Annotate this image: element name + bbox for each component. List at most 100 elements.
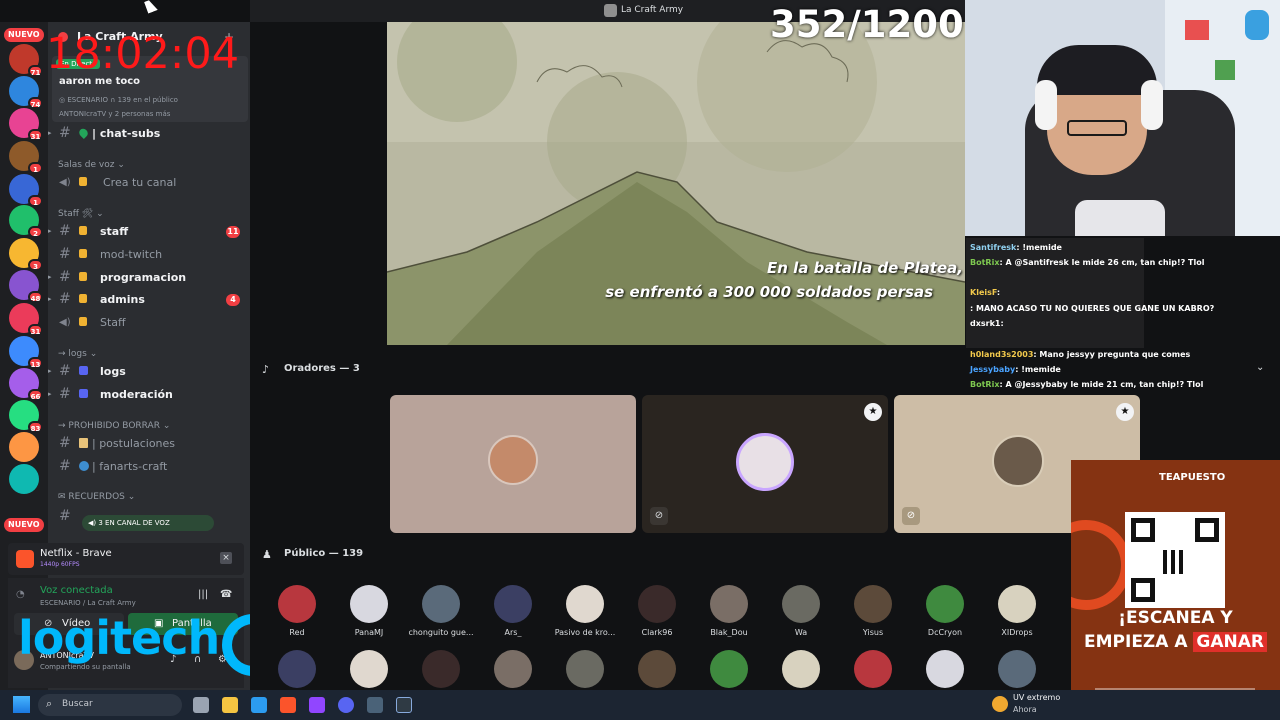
avatar <box>488 435 538 485</box>
ad-line-2: EMPIEZA A GANAR <box>1071 632 1280 652</box>
chat-username: h0land3s2003 <box>970 350 1034 359</box>
avatar[interactable] <box>566 585 604 623</box>
chevron-down-icon[interactable]: ⌄ <box>1256 362 1264 373</box>
activity-title: Netflix - Brave <box>40 548 112 559</box>
avatar[interactable] <box>278 650 316 688</box>
heart-icon <box>77 126 90 140</box>
close-icon[interactable]: × <box>220 552 232 564</box>
qr-code[interactable] <box>1125 512 1225 608</box>
voice-count-pill[interactable]: ◀) 3 EN CANAL DE VOZ <box>82 515 214 531</box>
avatar[interactable] <box>566 650 604 688</box>
hash-icon: # <box>59 435 71 451</box>
poster <box>1185 20 1209 40</box>
avatar[interactable] <box>350 650 388 688</box>
avatar[interactable] <box>926 650 964 688</box>
notification-badge: 74 <box>28 97 43 109</box>
channel-chat-subs[interactable]: ▸ # | chat-subs <box>48 123 250 145</box>
server-icon[interactable]: 1 <box>9 174 43 207</box>
avatar[interactable] <box>350 585 388 623</box>
channel-postulaciones[interactable]: # | postulaciones <box>48 433 250 455</box>
obs-icon[interactable] <box>396 697 412 713</box>
chat-text: : <box>996 288 1001 297</box>
server-icon[interactable]: 71 <box>9 44 43 77</box>
weather-label[interactable]: UV extremo <box>1013 693 1060 702</box>
server-icon[interactable]: 74 <box>9 76 43 109</box>
avatar[interactable] <box>638 650 676 688</box>
avatar[interactable] <box>710 650 748 688</box>
chat-message: KleisF: <box>970 288 1000 297</box>
avatar[interactable] <box>494 650 532 688</box>
chat-username: Santifresk <box>970 243 1017 252</box>
channel-staff[interactable]: ▸ # staff 11 <box>48 221 250 243</box>
channel-moderacion[interactable]: ▸ # moderación <box>48 384 250 406</box>
search-input[interactable]: ⌕ Buscar <box>38 694 182 716</box>
channel-admins[interactable]: ▸ # admins 4 <box>48 289 250 311</box>
avatar[interactable] <box>278 585 316 623</box>
audience-name: PanaMJ <box>354 628 384 637</box>
avatar[interactable] <box>710 585 748 623</box>
avatar[interactable] <box>854 650 892 688</box>
toy <box>1215 60 1235 80</box>
store-icon[interactable] <box>251 697 267 713</box>
disconnect-icon[interactable]: ☎ <box>220 589 232 600</box>
hash-icon: # <box>59 508 71 524</box>
unread-indicator: ▸ <box>48 295 52 303</box>
category-staff[interactable]: Staff 🛠 ⌄ <box>58 209 104 219</box>
screen-share-video[interactable]: En la batalla de Platea, se enfrentó a 3… <box>387 22 965 345</box>
avatar[interactable] <box>782 650 820 688</box>
channel-mod-twitch[interactable]: # mod-twitch <box>48 244 250 266</box>
chat-username: BotRix <box>970 258 1000 267</box>
server-icon[interactable]: 13 <box>9 336 43 369</box>
avatar[interactable] <box>926 585 964 623</box>
server-icon[interactable]: 2 <box>9 205 43 238</box>
voice-status[interactable]: Voz conectada <box>40 585 113 596</box>
server-icon[interactable]: 66 <box>9 368 43 401</box>
category-prohibido[interactable]: → PROHIBIDO BORRAR ⌄ <box>58 421 170 431</box>
brave-icon <box>16 550 34 568</box>
avatar[interactable] <box>494 585 532 623</box>
server-icon[interactable] <box>9 432 39 462</box>
avatar[interactable] <box>854 585 892 623</box>
speaker-tile[interactable] <box>390 395 636 533</box>
avatar[interactable] <box>782 585 820 623</box>
avatar[interactable] <box>422 585 460 623</box>
avatar[interactable] <box>638 585 676 623</box>
app-icon[interactable] <box>309 697 325 713</box>
notification-badge: 2 <box>28 226 43 238</box>
activity-card[interactable]: Netflix - Brave 1440p 60FPS × <box>8 543 244 575</box>
voice-location[interactable]: ESCENARIO / La Craft Army <box>40 599 136 607</box>
windows-start-icon[interactable] <box>13 696 30 713</box>
server-icon[interactable]: 1 <box>9 141 43 174</box>
server-icon[interactable]: 48 <box>9 270 43 303</box>
channel-logs[interactable]: ▸ # logs <box>48 361 250 383</box>
audience-name: Clark96 <box>641 628 673 637</box>
brave-icon[interactable] <box>280 697 296 713</box>
channel-fanarts[interactable]: # | fanarts-craft <box>48 456 250 478</box>
file-explorer-icon[interactable] <box>222 697 238 713</box>
voice-channel-crea[interactable]: ◀) Crea tu canal <box>48 172 250 194</box>
category-recuerdos[interactable]: ✉ RECUERDOS ⌄ <box>58 492 135 502</box>
server-icon[interactable]: 83 <box>9 400 43 433</box>
server-icon[interactable] <box>9 464 39 494</box>
avatar[interactable] <box>998 650 1036 688</box>
channel-staff[interactable]: ◀) Staff <box>48 312 250 334</box>
ad-banner[interactable]: TEAPUESTO ¡ESCANEA Y EMPIEZA A GANAR <box>1071 460 1280 720</box>
channel-programacion[interactable]: ▸ # programacion <box>48 267 250 289</box>
task-view-icon[interactable] <box>193 697 209 713</box>
server-icon[interactable]: 31 <box>9 108 43 141</box>
audience-header: Público — 139 <box>284 548 364 559</box>
server-icon[interactable]: 31 <box>9 303 43 336</box>
avatar[interactable] <box>998 585 1036 623</box>
server-icon[interactable]: 3 <box>9 238 43 271</box>
speaker-tile[interactable]: ★ ⊘ <box>642 395 888 533</box>
category-voice[interactable]: Salas de voz ⌄ <box>58 160 125 170</box>
settings-icon[interactable] <box>367 697 383 713</box>
discord-icon[interactable] <box>338 697 354 713</box>
noise-suppression-icon[interactable]: ||| <box>198 589 208 600</box>
avatar[interactable] <box>422 650 460 688</box>
category-logs[interactable]: → logs ⌄ <box>58 349 97 359</box>
chat-text: : A @Jessybaby le mide 21 cm, tan chip!?… <box>999 380 1204 389</box>
notification-badge: 71 <box>28 65 43 77</box>
server-icon <box>604 4 617 17</box>
notification-badge: 31 <box>28 324 43 336</box>
